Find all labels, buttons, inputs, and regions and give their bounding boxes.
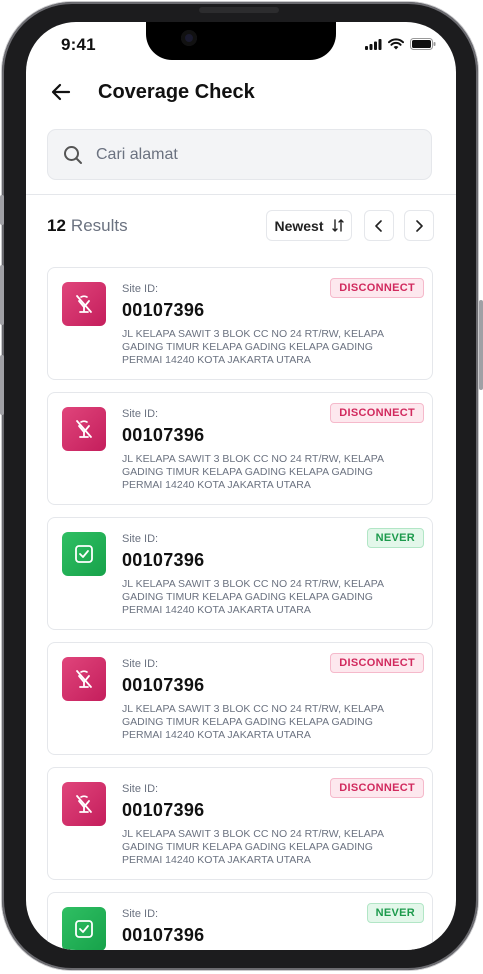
status-badge: DISCONNECT [330, 653, 424, 673]
site-address: JL KELAPA SAWIT 3 BLOK CC NO 24 RT/RW, K… [122, 703, 384, 741]
dynamic-island [146, 22, 336, 60]
no-signal-icon [76, 295, 92, 313]
divider [26, 194, 456, 195]
site-address: JL KELAPA SAWIT 3 BLOK CC NO 24 RT/RW, K… [122, 453, 384, 491]
site-id-label: Site ID: [122, 533, 159, 545]
status-icons [365, 38, 436, 50]
site-list: Site ID: 00107396 JL KELAPA SAWIT 3 BLOK… [47, 267, 435, 950]
no-signal-icon [76, 670, 92, 688]
results-label: Results [70, 216, 128, 235]
site-id-value: 00107396 [122, 675, 205, 695]
sort-icon [331, 219, 344, 232]
status-icon-tile [62, 407, 106, 451]
status-icon-tile [62, 657, 106, 701]
site-id-label: Site ID: [122, 408, 159, 420]
arrow-left-icon [51, 83, 71, 101]
site-card[interactable]: Site ID: 00107396 JL KELAPA SAWIT 3 BLOK… [47, 267, 433, 380]
status-icon-tile [62, 282, 106, 326]
chevron-left-icon [375, 219, 382, 232]
page-title: Coverage Check [98, 81, 255, 103]
site-id-label: Site ID: [122, 283, 159, 295]
camera-icon [181, 30, 197, 46]
back-button[interactable] [46, 77, 76, 107]
side-button [0, 265, 4, 325]
app-header: Coverage Check [26, 77, 456, 117]
site-address: JL KELAPA SAWIT 3 BLOK CC NO 24 RT/RW, K… [122, 328, 384, 366]
status-badge: NEVER [366, 903, 424, 923]
search-input[interactable] [94, 144, 398, 165]
cellular-signal-icon [365, 38, 382, 50]
speaker-grille [199, 7, 279, 13]
side-button [0, 195, 4, 225]
side-button [479, 300, 483, 390]
site-card[interactable]: Site ID: 00107396 JL KELAPA SAWIT 3 BLOK… [47, 392, 433, 505]
check-icon [75, 920, 93, 938]
next-page-button[interactable] [404, 210, 434, 241]
side-button [0, 355, 4, 415]
app-screen: 9:41 Coverage Check Cari alamat 12 Resul… [26, 22, 456, 950]
status-icon-tile [62, 532, 106, 576]
status-icon-tile [62, 907, 106, 950]
site-address: JL KELAPA SAWIT 3 BLOK CC NO 24 RT/RW, K… [122, 578, 384, 616]
results-count: 12 Results [47, 216, 128, 236]
status-icon-tile [62, 782, 106, 826]
results-number: 12 [47, 216, 66, 235]
status-time: 9:41 [61, 35, 96, 54]
site-id-label: Site ID: [122, 783, 159, 795]
site-id-value: 00107396 [122, 550, 205, 570]
chevron-right-icon [416, 219, 423, 232]
search-icon [62, 144, 84, 166]
status-badge: NEVER [366, 528, 424, 548]
prev-page-button[interactable] [364, 210, 394, 241]
site-card[interactable]: Site ID: 00107396 JL KELAPA SAWIT 3 BLOK… [47, 767, 433, 880]
sort-label: Newest [274, 217, 324, 234]
site-id-value: 00107396 [122, 925, 205, 945]
site-id-value: 00107396 [122, 800, 205, 820]
site-id-value: 00107396 [122, 300, 205, 320]
site-id-label: Site ID: [122, 658, 159, 670]
status-badge: DISCONNECT [330, 778, 424, 798]
battery-icon [410, 38, 436, 50]
site-id-value: 00107396 [122, 425, 205, 445]
site-address: JL KELAPA SAWIT 3 BLOK CC NO 24 RT/RW, K… [122, 828, 384, 866]
site-card[interactable]: Site ID: 00107396 NEVER [47, 892, 433, 950]
status-badge: DISCONNECT [330, 403, 424, 423]
no-signal-icon [76, 420, 92, 438]
no-signal-icon [76, 795, 92, 813]
wifi-icon [388, 38, 404, 50]
site-card[interactable]: Site ID: 00107396 JL KELAPA SAWIT 3 BLOK… [47, 642, 433, 755]
sort-button[interactable]: Newest [266, 210, 352, 241]
search-bar[interactable] [47, 129, 432, 180]
site-id-label: Site ID: [122, 908, 159, 920]
site-card[interactable]: Site ID: 00107396 JL KELAPA SAWIT 3 BLOK… [47, 517, 433, 630]
status-badge: DISCONNECT [330, 278, 424, 298]
check-icon [75, 545, 93, 563]
